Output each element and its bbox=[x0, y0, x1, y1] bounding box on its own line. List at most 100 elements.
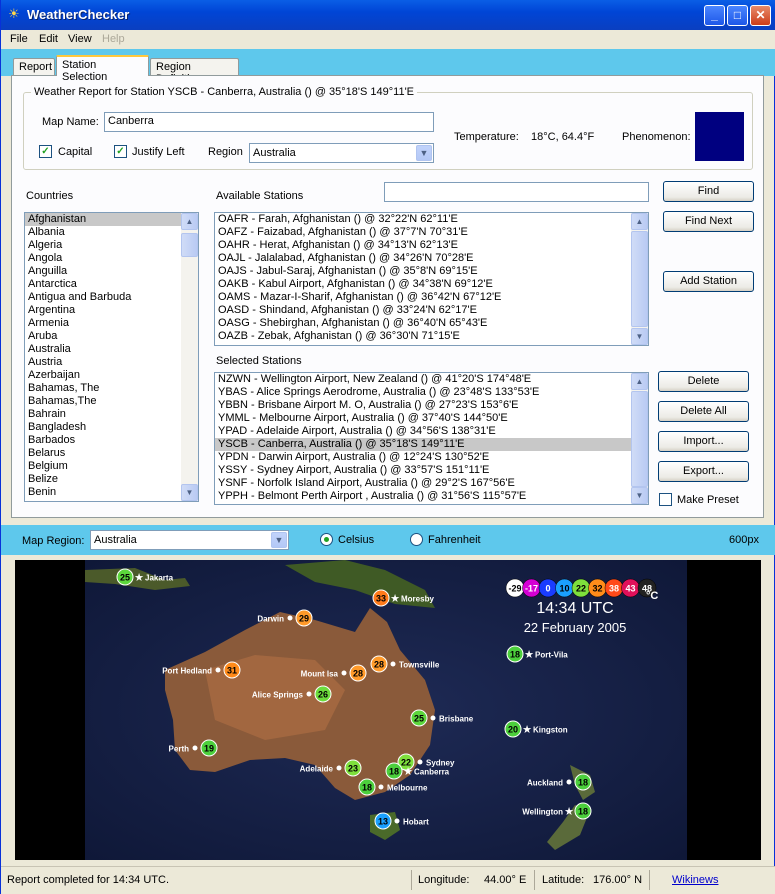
map-name-input[interactable]: Canberra bbox=[104, 112, 434, 132]
country-list-item[interactable]: Benin bbox=[25, 486, 198, 499]
country-list-item[interactable]: Bahrain bbox=[25, 408, 198, 421]
selected-station-item[interactable]: YSSY - Sydney Airport, Australia () @ 33… bbox=[215, 464, 648, 477]
available-station-item[interactable]: OAJL - Jalalabad, Afghanistan () @ 34°26… bbox=[215, 252, 648, 265]
fahrenheit-radio[interactable] bbox=[410, 533, 423, 546]
selected-station-item[interactable]: YBBN - Brisbane Airport M. O, Australia … bbox=[215, 399, 648, 412]
country-list-item[interactable]: Armenia bbox=[25, 317, 198, 330]
selected-station-item[interactable]: YPAD - Adelaide Airport, Australia () @ … bbox=[215, 425, 648, 438]
menu-view[interactable]: View bbox=[68, 33, 92, 45]
country-list-item[interactable]: Antigua and Barbuda bbox=[25, 291, 198, 304]
selected-station-item[interactable]: YSNF - Norfolk Island Airport, Australia… bbox=[215, 477, 648, 490]
country-list-item[interactable]: Austria bbox=[25, 356, 198, 369]
make-preset-checkbox[interactable] bbox=[659, 493, 672, 506]
available-station-item[interactable]: OAZB - Zebak, Afghanistan () @ 36°30'N 7… bbox=[215, 330, 648, 343]
scroll-down-icon[interactable]: ▼ bbox=[631, 487, 648, 504]
find-button[interactable]: Find bbox=[663, 181, 754, 202]
menu-edit[interactable]: Edit bbox=[39, 33, 58, 45]
available-station-item[interactable]: OAMS - Mazar-I-Sharif, Afghanistan () @ … bbox=[215, 291, 648, 304]
selected-station-item[interactable]: YPDN - Darwin Airport, Australia () @ 12… bbox=[215, 451, 648, 464]
menu-file[interactable]: File bbox=[10, 33, 28, 45]
scroll-thumb[interactable] bbox=[631, 391, 648, 487]
map-border-left bbox=[15, 560, 85, 860]
countries-scrollbar[interactable]: ▲ ▼ bbox=[181, 213, 198, 501]
station-search-input[interactable] bbox=[384, 182, 649, 202]
maximize-button[interactable]: □ bbox=[727, 5, 748, 26]
tab-report[interactable]: Report bbox=[13, 58, 55, 76]
chevron-down-icon[interactable]: ▼ bbox=[271, 532, 287, 548]
selected-station-item[interactable]: YSCB - Canberra, Australia () @ 35°18'S … bbox=[215, 438, 648, 451]
legend-value: -17 bbox=[525, 584, 538, 594]
selected-station-item[interactable]: YMML - Melbourne Airport, Australia () @… bbox=[215, 412, 648, 425]
station-name: Perth bbox=[169, 745, 190, 754]
city-dot bbox=[215, 667, 221, 673]
available-station-item[interactable]: OAFZ - Faizabad, Afghanistan () @ 37°7'N… bbox=[215, 226, 648, 239]
scroll-up-icon[interactable]: ▲ bbox=[181, 213, 198, 230]
tab-region-definition[interactable]: Region Definition bbox=[150, 58, 239, 85]
celsius-radio[interactable] bbox=[320, 533, 333, 546]
justify-left-checkbox[interactable]: ✓ bbox=[114, 145, 127, 158]
selected-station-item[interactable]: YPPH - Belmont Perth Airport , Australia… bbox=[215, 490, 648, 503]
available-stations-list[interactable]: OAFR - Farah, Afghanistan () @ 32°22'N 6… bbox=[214, 212, 649, 346]
country-list-item[interactable]: Azerbaijan bbox=[25, 369, 198, 382]
country-list-item[interactable]: Angola bbox=[25, 252, 198, 265]
close-button[interactable]: ✕ bbox=[750, 5, 771, 26]
country-list-item[interactable]: Antarctica bbox=[25, 278, 198, 291]
scroll-up-icon[interactable]: ▲ bbox=[631, 213, 648, 230]
status-divider bbox=[411, 870, 412, 890]
import-button[interactable]: Import... bbox=[658, 431, 749, 452]
chevron-down-icon[interactable]: ▼ bbox=[416, 145, 432, 161]
scroll-up-icon[interactable]: ▲ bbox=[631, 373, 648, 390]
countries-list[interactable]: Afghanistan Albania Algeria Angola Anguilla A… bbox=[24, 212, 199, 502]
tab-station-selection[interactable]: Station Selection bbox=[56, 55, 149, 83]
weather-map[interactable]: -29 -17 0 10 22 32 38 43 48 °C 14:34 UTC 22 Febr… bbox=[15, 560, 761, 860]
country-list-item[interactable]: Anguilla bbox=[25, 265, 198, 278]
available-station-item[interactable]: OAHR - Herat, Afghanistan () @ 34°13'N 6… bbox=[215, 239, 648, 252]
scroll-thumb[interactable] bbox=[631, 231, 648, 327]
country-list-item[interactable]: Barbados bbox=[25, 434, 198, 447]
wikinews-link[interactable]: Wikinews bbox=[672, 874, 718, 886]
country-list-item[interactable]: Bahamas, The bbox=[25, 382, 198, 395]
fahrenheit-label: Fahrenheit bbox=[428, 534, 481, 546]
country-list-item[interactable]: Argentina bbox=[25, 304, 198, 317]
country-list-item[interactable]: Aruba bbox=[25, 330, 198, 343]
country-list-item[interactable]: Albania bbox=[25, 226, 198, 239]
available-station-item[interactable]: OASG - Shebirghan, Afghanistan () @ 36°4… bbox=[215, 317, 648, 330]
scroll-thumb[interactable] bbox=[181, 233, 198, 257]
country-list-item[interactable]: Algeria bbox=[25, 239, 198, 252]
available-station-item[interactable]: OAJS - Jabul-Saraj, Afghanistan () @ 35°… bbox=[215, 265, 648, 278]
title-bar[interactable]: ☀ WeatherChecker _ □ ✕ bbox=[1, 0, 775, 30]
country-list-item[interactable]: Belize bbox=[25, 473, 198, 486]
country-list-item[interactable]: Afghanistan bbox=[25, 213, 198, 226]
selected-station-item[interactable]: NZWN - Wellington Airport, New Zealand (… bbox=[215, 373, 648, 386]
minimize-button[interactable]: _ bbox=[704, 5, 725, 26]
country-list-item[interactable]: Australia bbox=[25, 343, 198, 356]
city-dot bbox=[378, 784, 384, 790]
station-temp: 33 bbox=[376, 594, 386, 604]
country-list-item[interactable]: Bangladesh bbox=[25, 421, 198, 434]
available-station-item[interactable]: OAKB - Kabul Airport, Afghanistan () @ 3… bbox=[215, 278, 648, 291]
country-list-item[interactable]: Bahamas,The bbox=[25, 395, 198, 408]
delete-button[interactable]: Delete bbox=[658, 371, 749, 392]
available-stations-label: Available Stations bbox=[216, 190, 304, 202]
scroll-down-icon[interactable]: ▼ bbox=[631, 328, 648, 345]
country-list-item[interactable]: Belarus bbox=[25, 447, 198, 460]
add-station-button[interactable]: Add Station bbox=[663, 271, 754, 292]
available-scrollbar[interactable]: ▲ ▼ bbox=[631, 213, 648, 345]
map-time: 14:34 UTC bbox=[536, 600, 613, 617]
available-station-item[interactable]: OAFR - Farah, Afghanistan () @ 32°22'N 6… bbox=[215, 213, 648, 226]
legend-value: -29 bbox=[508, 584, 521, 594]
selected-station-item[interactable]: YBAS - Alice Springs Aerodrome, Australi… bbox=[215, 386, 648, 399]
menu-help[interactable]: Help bbox=[102, 33, 125, 45]
available-station-item[interactable]: OASD - Shindand, Afghanistan () @ 33°24'… bbox=[215, 304, 648, 317]
find-next-button[interactable]: Find Next bbox=[663, 211, 754, 232]
selected-scrollbar[interactable]: ▲ ▼ bbox=[631, 373, 648, 504]
selected-stations-list[interactable]: NZWN - Wellington Airport, New Zealand (… bbox=[214, 372, 649, 505]
map-region-select[interactable]: Australia ▼ bbox=[90, 530, 289, 550]
capital-checkbox[interactable]: ✓ bbox=[39, 145, 52, 158]
region-select[interactable]: Australia ▼ bbox=[249, 143, 434, 163]
longitude-label: Longitude: bbox=[418, 874, 470, 886]
scroll-down-icon[interactable]: ▼ bbox=[181, 484, 198, 501]
delete-all-button[interactable]: Delete All bbox=[658, 401, 749, 422]
country-list-item[interactable]: Belgium bbox=[25, 460, 198, 473]
export-button[interactable]: Export... bbox=[658, 461, 749, 482]
